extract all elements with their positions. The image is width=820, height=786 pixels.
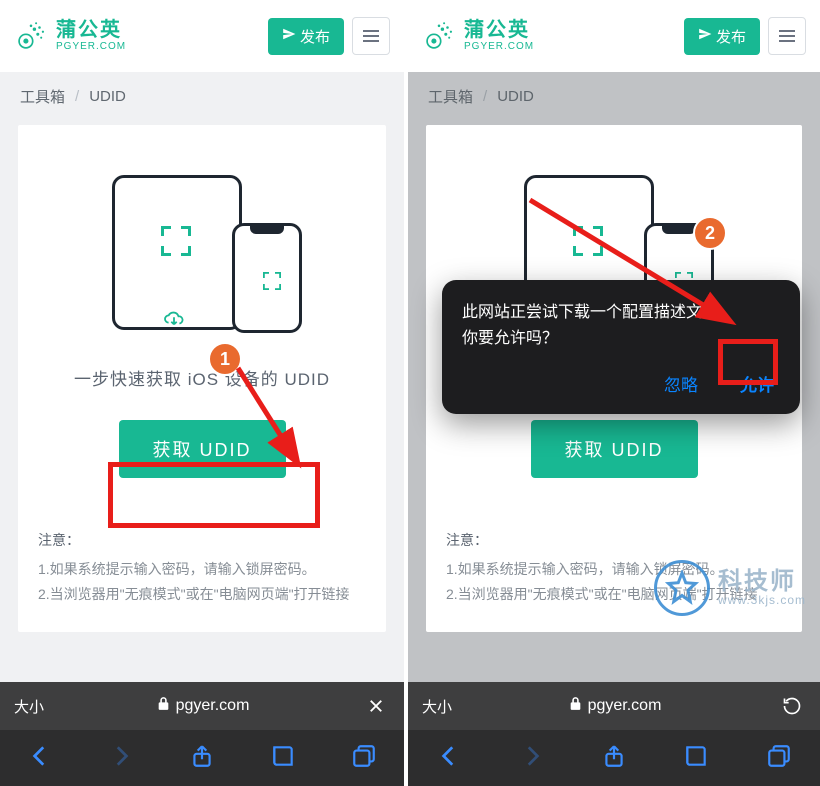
address-url: pgyer.com bbox=[176, 697, 250, 715]
hamburger-icon bbox=[779, 35, 795, 37]
brand-name-cn: 蒲公英 bbox=[464, 20, 534, 40]
breadcrumb-root[interactable]: 工具箱 bbox=[20, 86, 65, 107]
safari-address-bar[interactable]: 大小 pgyer.com bbox=[408, 682, 820, 730]
notes-section: 注意： 1.如果系统提示输入密码，请输入锁屏密码。 2.当浏览器用"无痕模式"或… bbox=[38, 528, 366, 608]
text-size-button[interactable]: 大小 bbox=[14, 696, 44, 717]
tabs-button[interactable] bbox=[766, 743, 792, 774]
notes-title: 注意： bbox=[446, 528, 782, 553]
notes-title: 注意： bbox=[38, 528, 366, 553]
notes-item: 1.如果系统提示输入密码，请输入锁屏密码。 bbox=[446, 557, 782, 582]
brand-name-cn: 蒲公英 bbox=[56, 20, 126, 40]
hamburger-menu-button[interactable] bbox=[352, 17, 390, 55]
lock-icon bbox=[569, 696, 582, 716]
hamburger-icon bbox=[363, 35, 379, 37]
close-icon[interactable] bbox=[362, 697, 390, 715]
safari-address-bar[interactable]: 大小 pgyer.com bbox=[0, 682, 404, 730]
safari-toolbar bbox=[0, 730, 404, 786]
dialog-message: 此网站正尝试下载一个配置描述文件。 你要允许吗？ bbox=[462, 300, 780, 351]
back-button[interactable] bbox=[27, 743, 53, 774]
hamburger-menu-button[interactable] bbox=[768, 17, 806, 55]
screenshot-step-1: 蒲公英 PGYER.COM 发布 工具箱 / UDID bbox=[0, 0, 408, 786]
app-header: 蒲公英 PGYER.COM 发布 bbox=[408, 0, 820, 72]
forward-button[interactable] bbox=[519, 743, 545, 774]
card-tagline: 一步快速获取 iOS 设备的 UDID bbox=[38, 365, 366, 390]
publish-button[interactable]: 发布 bbox=[268, 18, 344, 55]
screenshot-step-2: 蒲公英 PGYER.COM 发布 工具箱 / UDID bbox=[408, 0, 820, 786]
forward-button[interactable] bbox=[108, 743, 134, 774]
share-button[interactable] bbox=[601, 743, 627, 774]
breadcrumb-current: UDID bbox=[89, 88, 126, 105]
notes-section: 注意： 1.如果系统提示输入密码，请输入锁屏密码。 2.当浏览器用"无痕模式"或… bbox=[446, 528, 782, 608]
paper-plane-icon bbox=[698, 27, 712, 45]
publish-button-label: 发布 bbox=[716, 26, 746, 47]
share-button[interactable] bbox=[189, 743, 215, 774]
publish-button-label: 发布 bbox=[300, 26, 330, 47]
publish-button[interactable]: 发布 bbox=[684, 18, 760, 55]
lock-icon bbox=[157, 696, 170, 716]
back-button[interactable] bbox=[436, 743, 462, 774]
notes-item: 1.如果系统提示输入密码，请输入锁屏密码。 bbox=[38, 557, 366, 582]
tabs-button[interactable] bbox=[351, 743, 377, 774]
address-url: pgyer.com bbox=[588, 697, 662, 715]
cloud-download-icon bbox=[163, 310, 185, 333]
get-udid-button[interactable]: 获取 UDID bbox=[119, 420, 286, 478]
brand-logo[interactable]: 蒲公英 PGYER.COM bbox=[422, 19, 676, 53]
paper-plane-icon bbox=[282, 27, 296, 45]
device-illustration bbox=[102, 175, 302, 335]
safari-toolbar bbox=[408, 730, 820, 786]
brand-logo-icon bbox=[422, 19, 456, 53]
download-profile-dialog: 此网站正尝试下载一个配置描述文件。 你要允许吗？ 忽略 允许 bbox=[442, 280, 800, 414]
notes-item: 2.当浏览器用"无痕模式"或在"电脑网页端"打开链接 bbox=[446, 582, 782, 607]
udid-card: 一步快速获取 iOS 设备的 UDID 获取 UDID 注意： 1.如果系统提示… bbox=[18, 125, 386, 632]
dialog-ignore-button[interactable]: 忽略 bbox=[658, 367, 704, 400]
brand-name-en: PGYER.COM bbox=[464, 42, 534, 52]
text-size-button[interactable]: 大小 bbox=[422, 696, 452, 717]
reload-icon[interactable] bbox=[778, 696, 806, 716]
breadcrumb-sep: / bbox=[75, 88, 79, 105]
bookmarks-button[interactable] bbox=[683, 743, 709, 774]
brand-logo[interactable]: 蒲公英 PGYER.COM bbox=[14, 19, 260, 53]
brand-logo-icon bbox=[14, 19, 48, 53]
brand-name-en: PGYER.COM bbox=[56, 42, 126, 52]
bookmarks-button[interactable] bbox=[270, 743, 296, 774]
dialog-allow-button[interactable]: 允许 bbox=[734, 367, 780, 400]
get-udid-button[interactable]: 获取 UDID bbox=[531, 420, 698, 478]
app-header: 蒲公英 PGYER.COM 发布 bbox=[0, 0, 404, 72]
breadcrumb: 工具箱 / UDID bbox=[0, 72, 404, 117]
notes-item: 2.当浏览器用"无痕模式"或在"电脑网页端"打开链接 bbox=[38, 582, 366, 607]
